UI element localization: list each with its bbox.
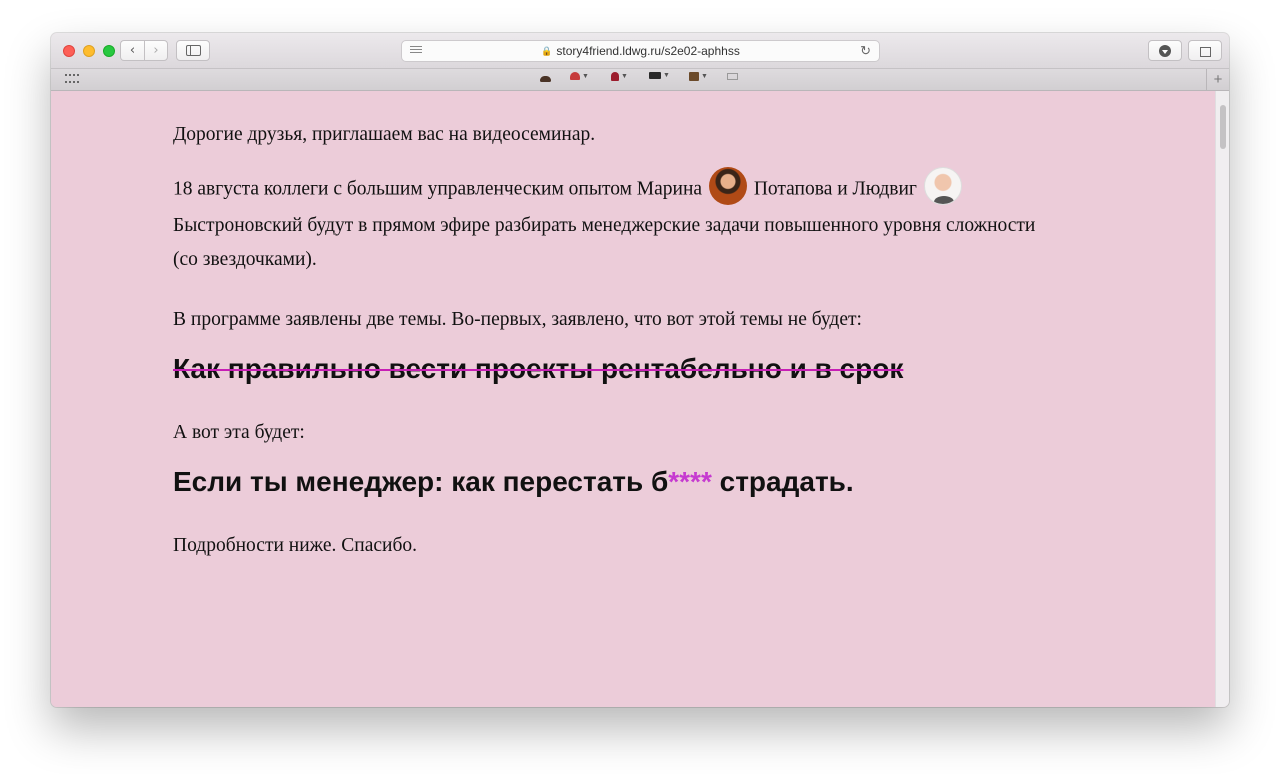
speakers-text-end: Быстроновский будут в прямом эфире разби…	[173, 215, 1036, 270]
maximize-window-button[interactable]	[103, 45, 115, 57]
page-content: Дорогие друзья, приглашаем вас на видеос…	[51, 91, 1216, 707]
reload-icon[interactable]: ↻	[860, 43, 871, 59]
folder-icon	[649, 72, 661, 79]
avatar-ludwig	[923, 167, 962, 205]
favorite-mushroom[interactable]: ▼	[570, 72, 589, 80]
download-icon	[1159, 44, 1171, 57]
speakers-text-start: 18 августа коллеги с большим управленчес…	[173, 178, 707, 200]
speakers-text-middle: Потапова и Людвиг	[748, 178, 922, 200]
hedgehog-icon	[540, 76, 551, 82]
struck-heading: Как правильно вести проекты рентабельно …	[173, 353, 904, 384]
tabs-overview-button[interactable]	[1188, 40, 1222, 61]
box-icon	[689, 72, 699, 81]
tabs-icon	[1199, 46, 1211, 57]
chevron-down-icon: ▼	[621, 73, 628, 80]
title-bar: ‹ › 🔒 story4friend.ldwg.ru/s2e02-aphhss …	[51, 33, 1229, 69]
navigation-buttons: ‹ ›	[120, 40, 168, 61]
chevron-down-icon: ▼	[582, 72, 589, 80]
paragraph-outro: Подробности ниже. Спасибо.	[173, 535, 417, 556]
paragraph-intro: Дорогие друзья, приглашаем вас на видеос…	[173, 124, 596, 145]
forward-button[interactable]: ›	[144, 40, 168, 61]
chevron-down-icon: ▼	[701, 73, 708, 80]
mushroom-icon	[570, 72, 580, 80]
vertical-scrollbar[interactable]	[1215, 91, 1229, 707]
sidebar-toggle-button[interactable]	[176, 40, 210, 61]
close-window-button[interactable]	[63, 45, 75, 57]
favorites-bar: ▼ ▼ ▼ ▼ +	[51, 69, 1229, 91]
address-bar[interactable]: 🔒 story4friend.ldwg.ru/s2e02-aphhss ↻	[401, 40, 880, 62]
favorite-hedgehog[interactable]	[540, 72, 551, 82]
favorite-folder[interactable]: ▼	[649, 72, 670, 79]
favorite-box[interactable]: ▼	[689, 72, 708, 81]
main-heading-start: Если ты менеджер: как перестать б	[173, 466, 669, 497]
sidebar-icon	[185, 45, 201, 56]
paragraph-topics: В программе заявлены две темы. Во-первых…	[173, 309, 862, 330]
rose-icon	[611, 72, 619, 81]
new-tab-button[interactable]: +	[1206, 69, 1229, 90]
paragraph-this-will: А вот эта будет:	[173, 422, 305, 443]
chevron-down-icon: ▼	[663, 72, 670, 79]
downloads-button[interactable]	[1148, 40, 1182, 61]
grid-icon[interactable]	[65, 74, 79, 85]
back-button[interactable]: ‹	[120, 40, 144, 61]
mail-icon	[727, 73, 738, 80]
browser-window: ‹ › 🔒 story4friend.ldwg.ru/s2e02-aphhss …	[51, 33, 1229, 707]
url-text: story4friend.ldwg.ru/s2e02-aphhss	[556, 44, 740, 58]
avatar-marina	[708, 167, 747, 205]
paragraph-speakers: 18 августа коллеги с большим управленчес…	[173, 167, 1053, 277]
main-heading: Если ты менеджер: как перестать б**** ст…	[173, 466, 854, 498]
scrollbar-thumb[interactable]	[1220, 105, 1226, 149]
reader-view-icon[interactable]	[410, 46, 422, 56]
favorite-rose[interactable]: ▼	[611, 72, 628, 81]
favorite-mail[interactable]	[727, 72, 738, 80]
main-heading-end: страдать.	[711, 466, 854, 497]
heading-stars: ****	[668, 466, 712, 497]
minimize-window-button[interactable]	[83, 45, 95, 57]
lock-icon: 🔒	[541, 45, 553, 56]
